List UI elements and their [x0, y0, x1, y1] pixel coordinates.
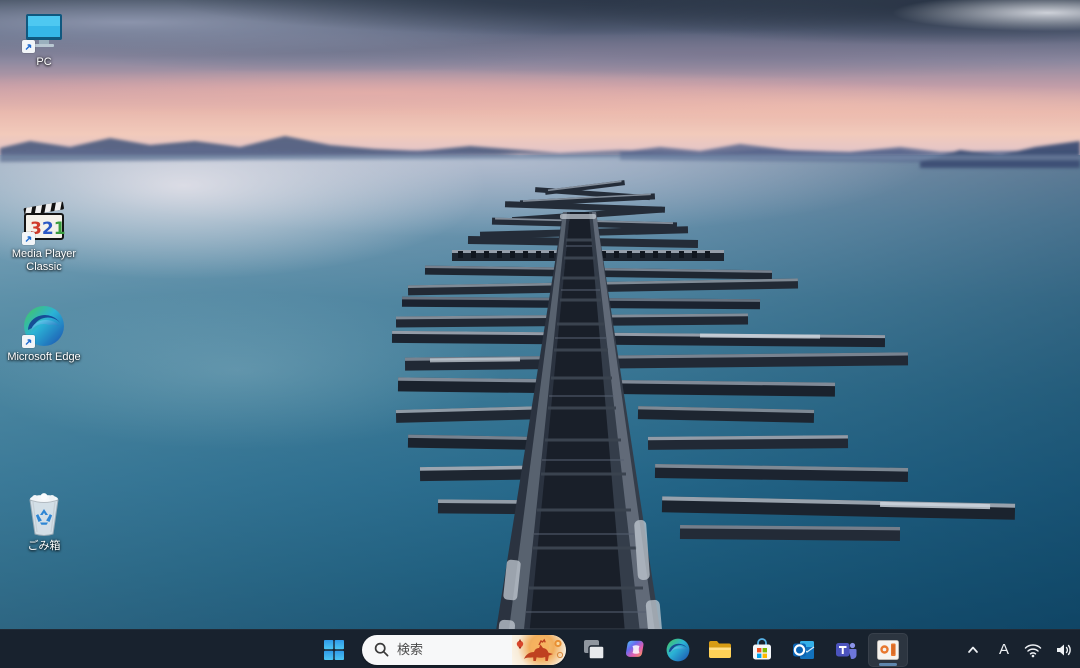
tray-network-button[interactable] — [1020, 635, 1046, 665]
photos-app-icon — [876, 639, 900, 661]
active-app-indicator — [879, 663, 897, 666]
search-icon — [374, 642, 389, 657]
pier — [392, 180, 1015, 668]
desktop-icon-label: ごみ箱 — [28, 540, 61, 553]
tray-ime-mode-button[interactable]: A — [992, 635, 1016, 665]
taskbar-search-box[interactable] — [362, 635, 566, 665]
recycle-bin-icon — [23, 492, 65, 538]
file-explorer-icon — [707, 638, 733, 662]
taskbar-app-microsoft-store[interactable] — [742, 633, 782, 667]
taskbar: A — [0, 629, 1080, 668]
desktop-icon-recycle-bin[interactable]: ごみ箱 — [2, 492, 86, 553]
tray-volume-button[interactable] — [1050, 635, 1078, 665]
desktop-icon-label: PC — [36, 56, 51, 69]
taskbar-app-copilot[interactable] — [616, 633, 656, 667]
desktop-icon-label: Media Player Classic — [4, 248, 84, 274]
microsoft-store-icon — [750, 638, 774, 662]
edge-icon — [666, 638, 690, 662]
shortcut-arrow-icon — [22, 232, 35, 245]
copilot-icon — [624, 638, 648, 662]
speaker-icon — [1055, 642, 1073, 658]
wallpaper-pier-scene — [0, 0, 1080, 668]
start-button[interactable] — [314, 633, 354, 667]
teams-icon — [834, 638, 858, 662]
windows-start-icon — [323, 639, 345, 661]
search-input[interactable] — [397, 642, 507, 657]
chevron-up-icon — [965, 642, 981, 658]
taskbar-app-outlook[interactable] — [784, 633, 824, 667]
desktop-icon-microsoft-edge[interactable]: Microsoft Edge — [2, 303, 86, 364]
taskbar-app-photos[interactable] — [868, 633, 908, 667]
task-view-icon — [582, 638, 606, 662]
svg-text:321: 321 — [30, 219, 66, 239]
tray-hidden-icons-button[interactable] — [958, 635, 988, 665]
taskbar-app-file-explorer[interactable] — [700, 633, 740, 667]
taskbar-app-edge[interactable] — [658, 633, 698, 667]
shortcut-arrow-icon — [22, 335, 35, 348]
desktop-icon-label: Microsoft Edge — [7, 351, 80, 364]
shortcut-arrow-icon — [22, 40, 35, 53]
windows-desktop: PC 321 Media Player Classic — [0, 0, 1080, 668]
taskbar-app-teams[interactable] — [826, 633, 866, 667]
wifi-icon — [1024, 642, 1042, 658]
desktop-icon-media-player-classic[interactable]: 321 Media Player Classic — [2, 200, 86, 274]
desktop-icon-pc[interactable]: PC — [2, 8, 86, 69]
horse-lanterns-illustration — [512, 635, 566, 665]
taskbar-app-task-view[interactable] — [574, 633, 614, 667]
outlook-icon — [792, 638, 816, 662]
ime-mode-indicator: A — [999, 641, 1009, 658]
